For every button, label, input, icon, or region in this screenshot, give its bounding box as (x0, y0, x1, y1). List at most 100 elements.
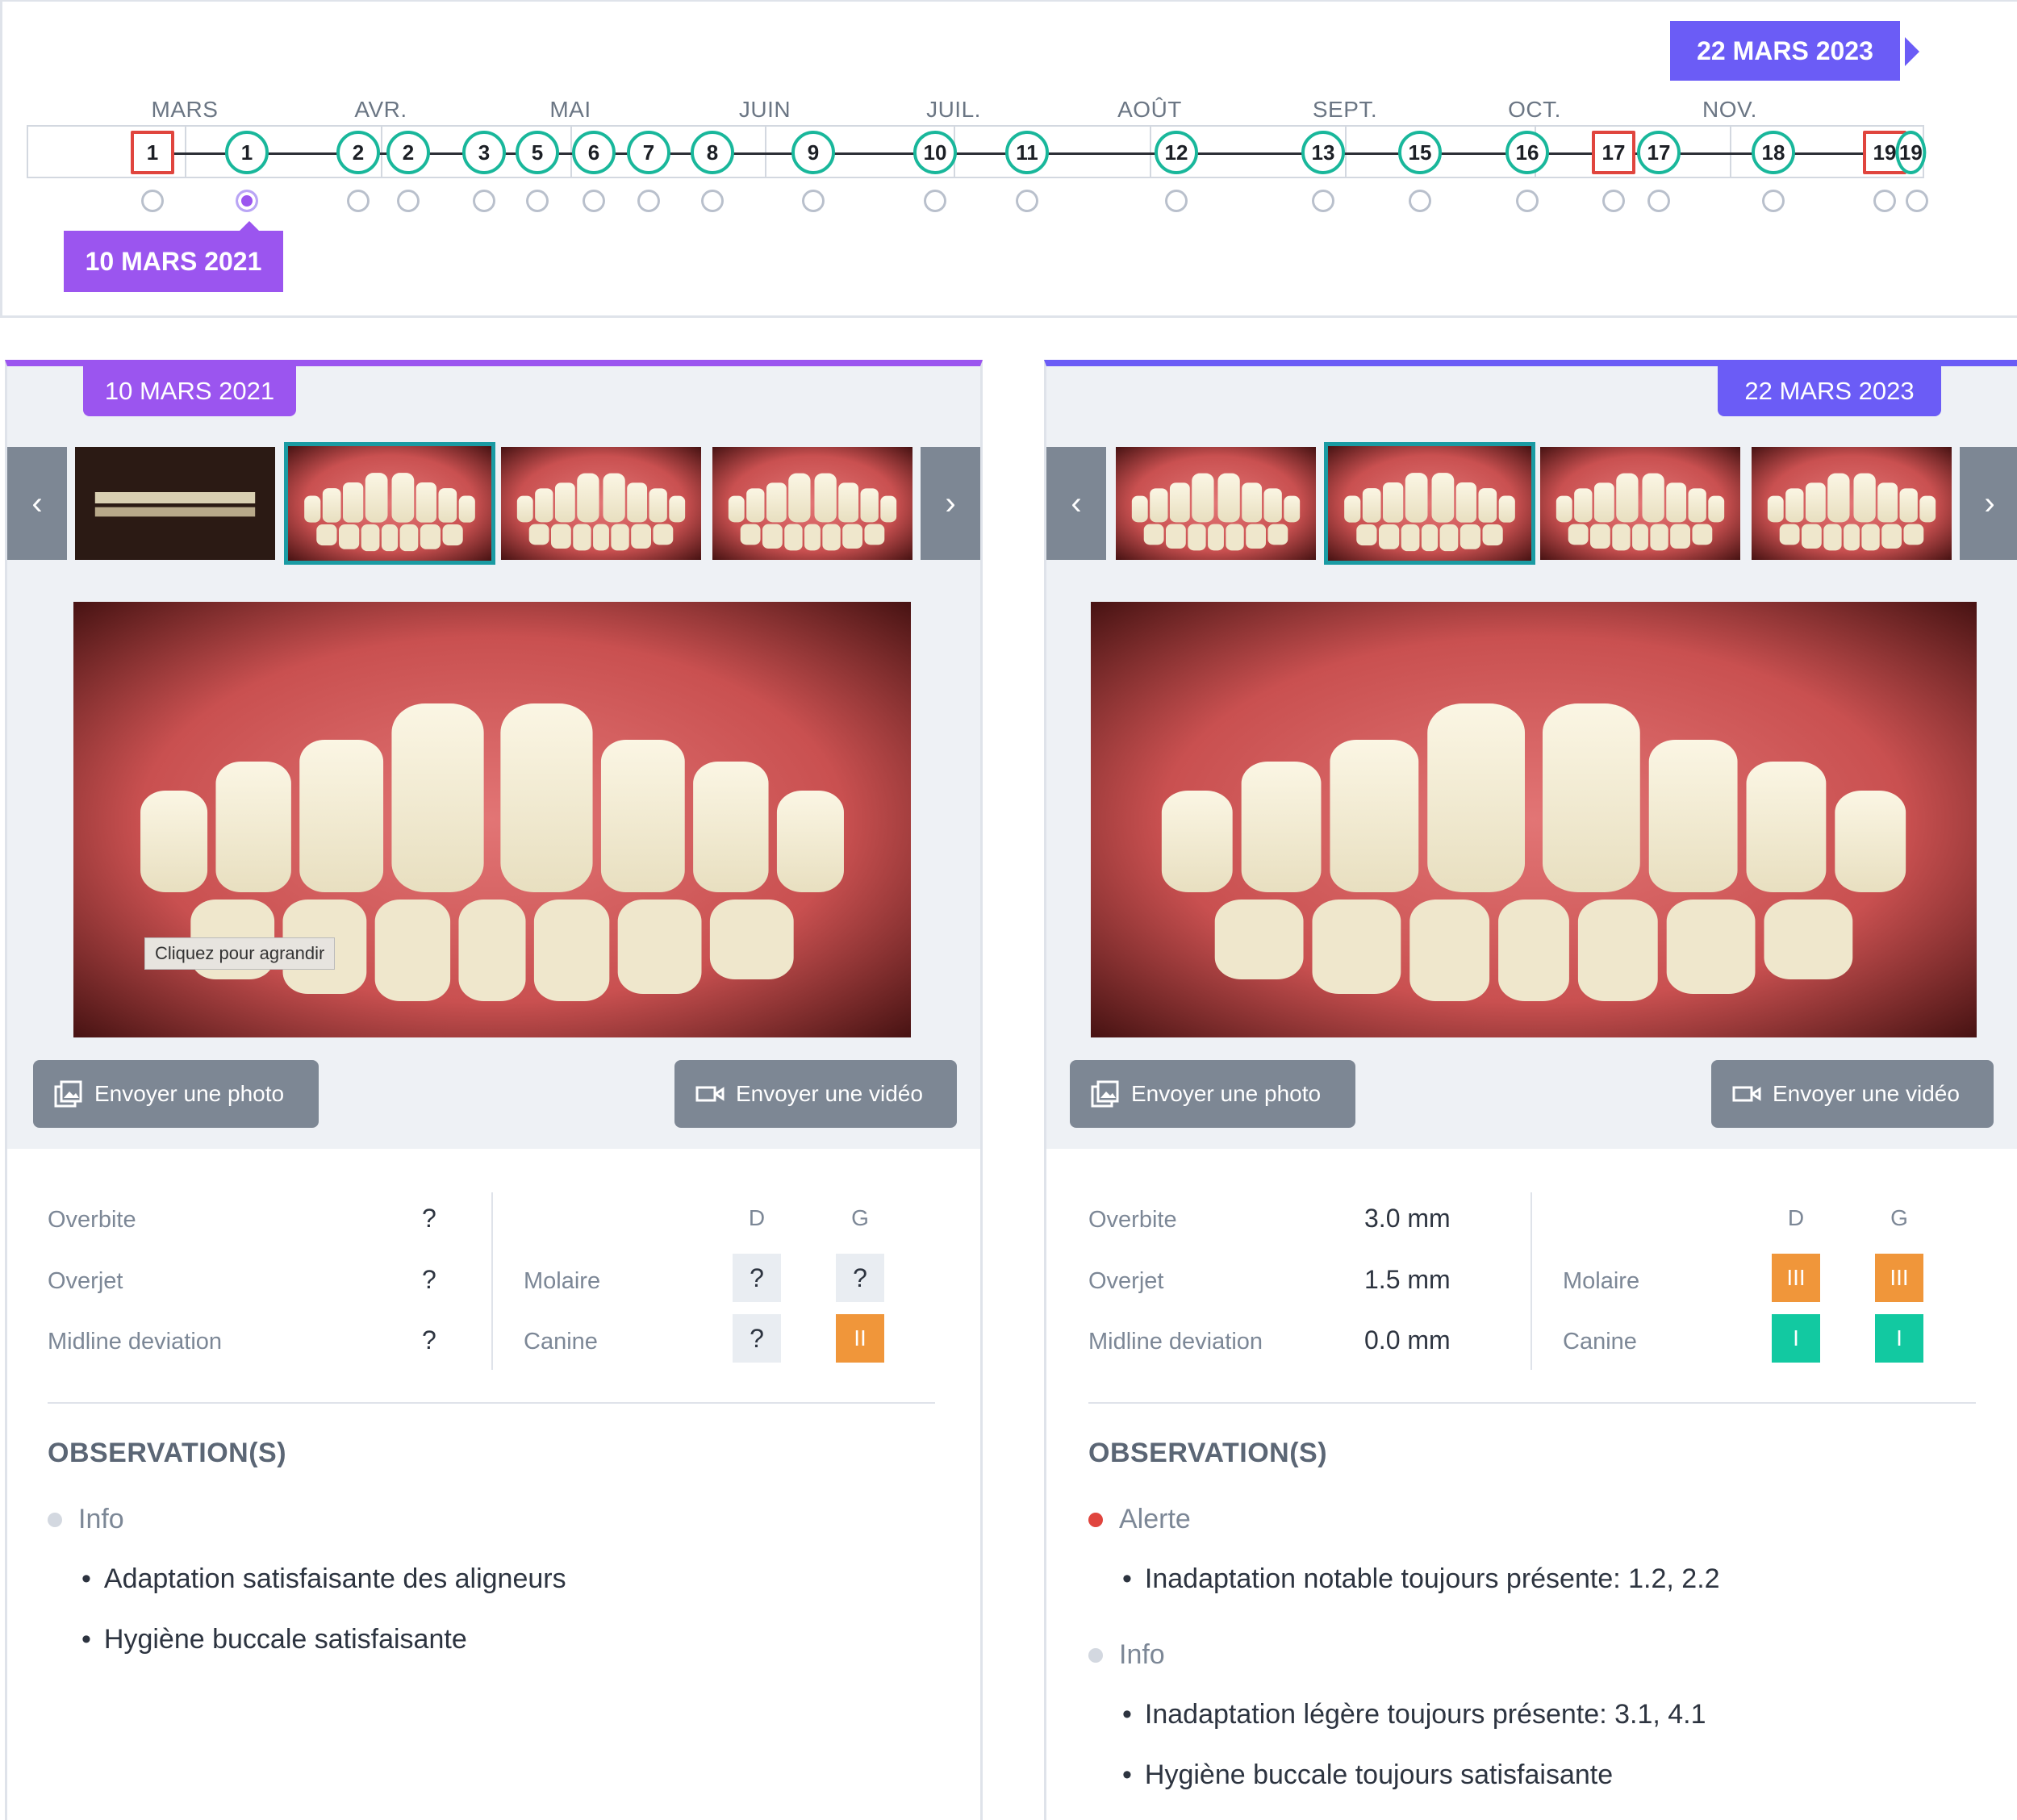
right-main-photo[interactable] (1091, 602, 1977, 1037)
timeline-selector[interactable] (1647, 190, 1670, 212)
right-thumbnail[interactable] (1752, 447, 1952, 560)
timeline-event-visit[interactable]: 1 (225, 131, 269, 174)
timeline-selector[interactable] (526, 190, 549, 212)
timeline-selector[interactable] (1873, 190, 1896, 212)
molaire-label: Molaire (524, 1268, 601, 1294)
timeline-selector[interactable] (701, 190, 724, 212)
send-photo-label: Envoyer une photo (94, 1081, 285, 1106)
timeline-event-visit[interactable]: 2 (386, 131, 430, 174)
left-next-button[interactable]: › (921, 447, 980, 560)
timeline-event-visit[interactable]: 19 (1895, 131, 1927, 174)
timeline-event-visit[interactable]: 7 (627, 131, 670, 174)
timeline-event-visit[interactable]: 18 (1752, 131, 1795, 174)
timeline-selector[interactable] (1016, 190, 1038, 212)
timeline-event-visit[interactable]: 17 (1637, 131, 1681, 174)
col-d-header: D (1787, 1205, 1805, 1230)
alert-category: Alerte (1088, 1504, 1191, 1535)
info-category: Info (48, 1504, 124, 1535)
left-thumbnail-selected[interactable] (284, 442, 495, 565)
chevron-left-icon: ‹ (1071, 485, 1082, 521)
canine-g-value: I (1875, 1314, 1923, 1363)
photo-gallery-icon (54, 1080, 83, 1108)
right-thumbnail-strip: ‹ › (1046, 442, 2017, 565)
video-camera-icon (695, 1080, 725, 1108)
left-thumbnail[interactable] (712, 447, 912, 560)
midline-label: Midline deviation (1088, 1329, 1263, 1355)
observations-title: OBSERVATION(S) (1088, 1438, 1328, 1468)
left-comparison-panel: 10 MARS 2021 ‹ › Cliquez pour agrandir E… (5, 360, 983, 1820)
month-divider (185, 127, 186, 177)
canine-label: Canine (524, 1329, 598, 1355)
timeline-event-alert[interactable]: 1 (131, 131, 174, 174)
timeline-selector[interactable] (397, 190, 420, 212)
timeline-event-visit[interactable]: 9 (791, 131, 835, 174)
col-d-header: D (748, 1205, 766, 1230)
col-g-header: G (1890, 1205, 1908, 1230)
right-panel-date: 22 MARS 2023 (1718, 366, 1941, 416)
timeline-event-visit[interactable]: 8 (691, 131, 734, 174)
timeline-event-visit[interactable]: 16 (1505, 131, 1549, 174)
timeline-selector[interactable] (583, 190, 605, 212)
right-next-button[interactable]: › (1960, 447, 2017, 560)
metrics-divider (1530, 1192, 1532, 1370)
right-send-photo-button[interactable]: Envoyer une photo (1070, 1060, 1355, 1128)
canine-d-value: I (1772, 1314, 1820, 1363)
timeline-event-visit[interactable]: 10 (913, 131, 957, 174)
enlarge-hint: Cliquez pour agrandir (144, 937, 336, 970)
right-thumbnail[interactable] (1116, 447, 1316, 560)
overjet-label: Overjet (48, 1268, 123, 1294)
canine-label: Canine (1563, 1329, 1637, 1355)
left-thumbnail[interactable] (75, 447, 275, 560)
left-main-photo[interactable]: Cliquez pour agrandir (73, 602, 911, 1037)
timeline-selector[interactable] (1516, 190, 1539, 212)
end-date-tag[interactable]: 22 MARS 2023 (1670, 21, 1900, 81)
timeline-selector-active[interactable] (236, 190, 258, 212)
right-prev-button[interactable]: ‹ (1046, 447, 1106, 560)
left-prev-button[interactable]: ‹ (7, 447, 67, 560)
photo-gallery-icon (1091, 1080, 1120, 1108)
alert-dot-icon (1088, 1512, 1103, 1527)
right-thumbnail[interactable] (1540, 447, 1740, 560)
observation-item: Adaptation satisfaisante des aligneurs (81, 1563, 566, 1595)
timeline-selector[interactable] (473, 190, 495, 212)
timeline-event-visit[interactable]: 15 (1398, 131, 1442, 174)
month-divider (765, 127, 766, 177)
timeline-selector[interactable] (1165, 190, 1188, 212)
timeline-event-visit[interactable]: 5 (516, 131, 559, 174)
timeline-selector[interactable] (637, 190, 660, 212)
timeline-selector[interactable] (1602, 190, 1625, 212)
timeline-selector[interactable] (1409, 190, 1431, 212)
start-date-tag[interactable]: 10 MARS 2021 (64, 231, 283, 292)
timeline-event-visit[interactable]: 13 (1301, 131, 1345, 174)
right-thumbnail-selected[interactable] (1324, 442, 1535, 565)
timeline-selector[interactable] (1762, 190, 1785, 212)
overbite-label: Overbite (1088, 1207, 1177, 1233)
chevron-right-icon: › (1984, 485, 1995, 521)
overbite-value: ? (422, 1204, 436, 1233)
end-date-tag-pointer-icon (1905, 37, 1919, 66)
timeline-event-visit[interactable]: 11 (1005, 131, 1049, 174)
timeline-selector[interactable] (141, 190, 164, 212)
month-divider (381, 127, 382, 177)
timeline-selector[interactable] (924, 190, 946, 212)
timeline: 22 MARS 2023 MARS AVR. MAI JUIN JUIL. AOÛT SEP… (0, 0, 2017, 318)
overjet-label: Overjet (1088, 1268, 1164, 1294)
timeline-selector[interactable] (1312, 190, 1334, 212)
timeline-selector[interactable] (1906, 190, 1928, 212)
timeline-event-visit[interactable]: 6 (572, 131, 616, 174)
timeline-event-alert[interactable]: 17 (1592, 131, 1635, 174)
timeline-selector[interactable] (802, 190, 825, 212)
timeline-event-visit[interactable]: 3 (462, 131, 506, 174)
timeline-selector[interactable] (347, 190, 370, 212)
left-thumbnail-strip: ‹ › (7, 442, 980, 565)
timeline-event-visit[interactable]: 2 (336, 131, 380, 174)
month-label: MARS (151, 97, 219, 122)
left-thumbnail[interactable] (501, 447, 701, 560)
info-label: Info (1119, 1639, 1165, 1670)
left-send-photo-button[interactable]: Envoyer une photo (33, 1060, 319, 1128)
send-video-label: Envoyer une vidéo (736, 1081, 923, 1106)
left-send-video-button[interactable]: Envoyer une vidéo (674, 1060, 957, 1128)
video-camera-icon (1732, 1080, 1761, 1108)
right-send-video-button[interactable]: Envoyer une vidéo (1711, 1060, 1994, 1128)
timeline-event-visit[interactable]: 12 (1155, 131, 1198, 174)
